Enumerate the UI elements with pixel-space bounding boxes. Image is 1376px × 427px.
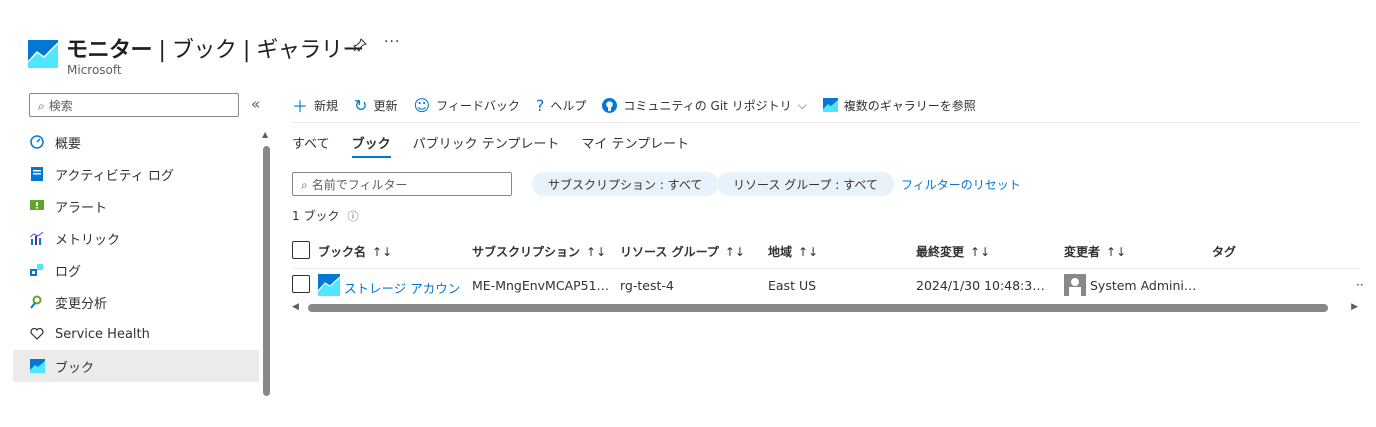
plus-icon: ＋ <box>292 97 309 116</box>
cell-last-modified: 2024/1/30 10:48:3… <box>916 278 1045 293</box>
select-all-checkbox[interactable] <box>292 241 310 259</box>
table-header-divider <box>292 268 1360 269</box>
scroll-up-icon[interactable]: ▲ <box>262 130 268 139</box>
workbook-logo-icon <box>28 40 58 68</box>
scroll-left-icon[interactable]: ◀ <box>292 302 299 312</box>
more-options-icon[interactable]: ··· <box>384 34 400 50</box>
column-header-last-modified[interactable]: 最終変更 ↑↓ <box>916 243 990 260</box>
column-header-name[interactable]: ブック名 ↑↓ <box>318 243 392 260</box>
alert-icon <box>29 198 45 214</box>
column-header-resource-group[interactable]: リソース グループ ↑↓ <box>620 243 745 260</box>
name-filter-input[interactable]: ⌕ 名前でフィルター <box>292 172 512 196</box>
tab-my-templates[interactable]: マイ テンプレート <box>581 133 689 158</box>
gallery-tabs: すべて ブック パブリック テンプレート マイ テンプレート <box>292 133 711 158</box>
column-header-region[interactable]: 地域 ↑↓ <box>768 243 818 260</box>
sidebar-item-metrics[interactable]: メトリック <box>13 222 259 254</box>
smiley-icon: ☺ <box>413 95 431 115</box>
sidebar-item-change-analysis[interactable]: 変更分析 <box>13 286 259 318</box>
workbook-name-link[interactable]: ストレージ アカウント… <box>344 278 464 297</box>
change-analysis-icon <box>29 294 45 310</box>
search-icon: ⌕ <box>301 178 308 192</box>
help-button[interactable]: ? ヘルプ <box>536 96 587 115</box>
reset-filters-link[interactable]: フィルターのリセット <box>901 176 1021 193</box>
sidebar-search-input[interactable]: ⌕ 検索 <box>29 93 239 117</box>
row-more-icon[interactable]: ·· <box>1356 278 1364 292</box>
community-repo-button[interactable]: コミュニティの Git リポジトリ ⌵ <box>602 97 807 114</box>
resource-group-filter-pill[interactable]: リソース グループ : すべて <box>717 172 894 196</box>
sidebar-scrollbar[interactable]: ▲ <box>262 130 270 396</box>
github-icon <box>602 97 618 113</box>
sidebar-item-service-health[interactable]: Service Health <box>13 318 259 350</box>
search-icon: ⌕ <box>38 99 45 113</box>
table-row: ストレージ アカウント… ME-MngEnvMCAP51… rg-test-4 … <box>292 271 1360 299</box>
cell-subscription: ME-MngEnvMCAP51… <box>472 278 610 293</box>
row-checkbox[interactable] <box>292 275 310 293</box>
column-header-tags[interactable]: タグ <box>1212 243 1236 260</box>
sidebar-item-alerts[interactable]: アラート <box>13 190 259 222</box>
sidebar-item-workbooks[interactable]: ブック <box>13 350 259 382</box>
sort-icon: ↑↓ <box>1106 245 1127 259</box>
sort-icon: ↑↓ <box>970 245 991 259</box>
info-icon[interactable]: ⓘ <box>347 210 358 223</box>
feedback-button[interactable]: ☺ フィードバック <box>413 96 519 115</box>
subscription-filter-pill[interactable]: サブスクリプション : すべて <box>532 172 719 196</box>
chevron-down-icon: ⌵ <box>797 97 807 112</box>
avatar <box>1064 274 1086 296</box>
column-header-modified-by[interactable]: 変更者 ↑↓ <box>1064 243 1126 260</box>
collapse-sidebar-button[interactable]: « <box>251 95 260 113</box>
tab-all[interactable]: すべて <box>292 133 330 158</box>
toolbar-divider <box>292 122 1360 123</box>
help-icon: ? <box>535 95 545 115</box>
logs-icon <box>29 262 45 278</box>
sidebar-item-logs[interactable]: ログ <box>13 254 259 286</box>
workbook-icon <box>318 274 340 299</box>
page-title: モニター | ブック | ギャラリー <box>66 38 364 63</box>
heart-icon <box>29 326 45 342</box>
sort-icon: ↑↓ <box>586 245 607 259</box>
command-bar: ＋新規 ↻ 更新 ☺ フィードバック ? ヘルプ コミュニティの Git リポジトリ ⌵… <box>292 92 992 118</box>
sidebar-nav: 概要 アクティビティ ログ アラート メトリック ログ 変更分析 Service… <box>13 126 259 382</box>
horizontal-scroll-thumb[interactable] <box>308 304 1328 312</box>
cell-modified-by: System Admini… <box>1090 278 1197 293</box>
refresh-icon: ↻ <box>354 95 368 115</box>
workbook-icon <box>29 358 45 374</box>
tab-public-templates[interactable]: パブリック テンプレート <box>413 133 560 158</box>
result-count: 1 ブック ⓘ <box>292 209 359 223</box>
new-button[interactable]: ＋新規 <box>292 93 338 117</box>
page-subtitle: Microsoft <box>67 63 122 77</box>
metrics-icon <box>29 230 45 246</box>
gauge-icon <box>29 134 45 150</box>
browse-galleries-button[interactable]: 複数のギャラリーを参照 <box>822 97 976 114</box>
sidebar-scroll-thumb[interactable] <box>263 146 270 396</box>
cell-resource-group: rg-test-4 <box>620 278 674 293</box>
sidebar-item-overview[interactable]: 概要 <box>13 126 259 158</box>
table-header: ブック名 ↑↓ サブスクリプション ↑↓ リソース グループ ↑↓ 地域 ↑↓ 最終変更… <box>292 238 1360 264</box>
page-header: モニター | ブック | ギャラリー Microsoft ··· <box>28 30 728 80</box>
sort-icon: ↑↓ <box>724 245 745 259</box>
workbook-icon <box>822 98 838 112</box>
scroll-right-icon[interactable]: ▶ <box>1351 302 1358 312</box>
sort-icon: ↑↓ <box>372 245 393 259</box>
sort-icon: ↑↓ <box>798 245 819 259</box>
table-horizontal-scrollbar[interactable]: ◀ ▶ <box>292 302 1360 314</box>
tab-workbooks[interactable]: ブック <box>351 133 391 158</box>
column-header-subscription[interactable]: サブスクリプション ↑↓ <box>472 243 606 260</box>
cell-region: East US <box>768 278 817 293</box>
activity-log-icon <box>29 166 45 182</box>
pin-icon[interactable] <box>353 38 367 56</box>
sidebar-item-activity-log[interactable]: アクティビティ ログ <box>13 158 259 190</box>
refresh-button[interactable]: ↻ 更新 <box>354 96 397 115</box>
